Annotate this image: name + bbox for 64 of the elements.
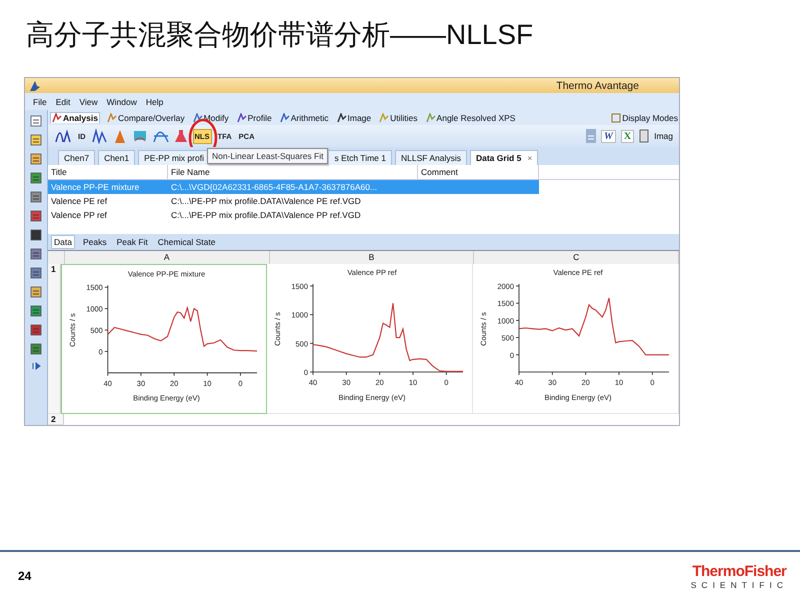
sub-tab[interactable]: Peak Fit bbox=[114, 236, 150, 248]
ribbon-tab[interactable]: Image bbox=[336, 112, 372, 122]
table-cell-text: C:\...\VGD{02A62331-6865-4F85-A1A7-3637876A60... bbox=[170, 182, 378, 192]
menu-item[interactable]: File bbox=[33, 96, 47, 106]
flask-icon[interactable] bbox=[174, 128, 188, 144]
column-header[interactable]: Comment bbox=[418, 165, 539, 179]
table-row[interactable]: Valence PE ref C:\...\PE-PP mix profile.DATA\Valence PE ref.VGD bbox=[48, 194, 539, 208]
ribbon-tab[interactable]: Utilities bbox=[378, 112, 419, 122]
export-button[interactable]: W bbox=[600, 130, 616, 142]
logo-text: SCIENTIFIC bbox=[690, 580, 788, 590]
ribbon-tab[interactable]: Analysis bbox=[50, 112, 100, 123]
display-modes-button[interactable]: Display Modes bbox=[610, 112, 679, 122]
document-tab[interactable]: Data Grid 5 × bbox=[470, 150, 538, 165]
chart-icon bbox=[280, 112, 290, 122]
window-title: Thermo Avantage bbox=[556, 80, 639, 92]
table-cell-text: C:\...\PE-PP mix profile.DATA\Valence PE ref.VGD bbox=[170, 196, 362, 206]
chart-icon bbox=[236, 112, 247, 122]
document-tab[interactable]: Chen1 bbox=[98, 150, 136, 165]
tooltip: Non-Linear Least-Squares Fit bbox=[206, 148, 328, 164]
sub-tab[interactable]: Data bbox=[51, 235, 75, 249]
ribbon-tab[interactable]: Angle Resolved XPS bbox=[424, 112, 516, 122]
chart-icon bbox=[336, 112, 347, 122]
peaks-icon[interactable] bbox=[92, 128, 108, 144]
row-header[interactable]: 1 bbox=[48, 264, 61, 414]
chart-icon bbox=[379, 112, 390, 122]
window-icon bbox=[611, 112, 622, 122]
menu-item[interactable]: Help bbox=[146, 96, 164, 106]
row-header[interactable]: 2 bbox=[48, 414, 64, 425]
menu-item[interactable]: Window bbox=[106, 96, 137, 106]
document-tab[interactable]: PE-PP mix profi bbox=[138, 150, 210, 165]
document-tab[interactable]: s Etch Time 1 bbox=[328, 150, 392, 165]
column-header[interactable]: C bbox=[474, 251, 680, 264]
menu-item[interactable]: View bbox=[79, 96, 98, 106]
sub-tab[interactable]: Peaks bbox=[80, 236, 109, 248]
column-header[interactable]: Title bbox=[48, 165, 168, 179]
chart-icon bbox=[52, 113, 62, 123]
chart-icon bbox=[106, 112, 117, 122]
document-icon[interactable] bbox=[29, 114, 43, 128]
ribbon-tab[interactable]: Modify bbox=[192, 112, 230, 122]
table-cell-text: Valence PE ref bbox=[50, 196, 108, 206]
logo-text: ThermoFisher bbox=[692, 562, 786, 580]
menu-item[interactable]: Edit bbox=[56, 96, 70, 106]
close-tab-button[interactable]: × bbox=[527, 153, 532, 163]
spectrum-icon[interactable] bbox=[54, 128, 72, 144]
sub-tab[interactable]: Chemical State bbox=[156, 236, 218, 248]
chart-icon bbox=[426, 112, 436, 122]
table-cell-text: Valence PP-PE mixture bbox=[50, 182, 140, 192]
export-button[interactable]: X bbox=[620, 130, 634, 142]
chart-icon bbox=[192, 112, 203, 122]
ribbon-tab[interactable]: Profile bbox=[236, 112, 273, 122]
ribbon-tab[interactable]: Compare/Overlay bbox=[106, 112, 186, 122]
column-header[interactable]: File Name bbox=[168, 165, 418, 179]
slide-title: 高分子共混聚合物价带谱分析——NLLSF bbox=[26, 18, 534, 52]
table-cell-text: Valence PP ref bbox=[50, 210, 108, 220]
image-button[interactable]: Imag bbox=[654, 131, 673, 141]
document-tab[interactable]: Chen7 bbox=[58, 150, 96, 165]
corner-cell[interactable] bbox=[48, 251, 65, 264]
column-header[interactable]: A bbox=[64, 251, 270, 264]
column-header[interactable]: B bbox=[270, 251, 474, 264]
document-tab[interactable]: NLLSF Analysis bbox=[394, 150, 467, 165]
page-number: 24 bbox=[18, 569, 32, 583]
ribbon-tab[interactable]: Arithmetic bbox=[278, 112, 330, 122]
table-cell-text: C:\...\PE-PP mix profile.DATA\Valence PP ref.VGD bbox=[170, 210, 362, 220]
table-row[interactable]: Valence PP ref C:\...\PE-PP mix profile.DATA\Valence PP ref.VGD bbox=[48, 208, 539, 222]
